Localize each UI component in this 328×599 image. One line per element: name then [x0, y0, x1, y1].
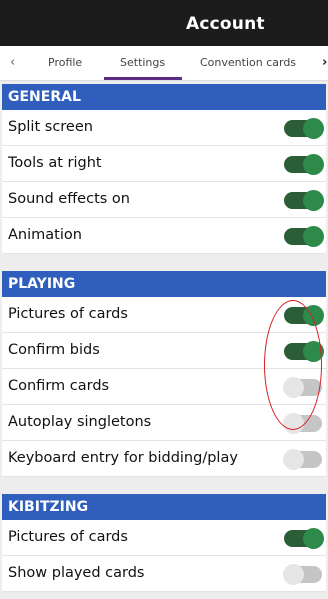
tab-convention-cards[interactable]: Convention cards [200, 56, 296, 69]
toggle-knob [283, 377, 304, 398]
section-header-general: GENERAL [2, 84, 326, 110]
toggle-switch[interactable] [284, 341, 324, 362]
toggle-knob [303, 154, 324, 175]
setting-label: Pictures of cards [8, 306, 128, 322]
toggle-knob [283, 564, 304, 585]
setting-row-keyboard-entry: Keyboard entry for bidding/play [2, 441, 326, 477]
app-header: Account [0, 0, 328, 46]
setting-row-split-screen: Split screen [2, 110, 326, 146]
setting-label: Confirm bids [8, 342, 100, 358]
setting-row-confirm-cards: Confirm cards [2, 369, 326, 405]
toggle-knob [303, 305, 324, 326]
toggle-switch[interactable] [283, 564, 322, 585]
setting-label: Split screen [8, 119, 93, 135]
toggle-knob [303, 341, 324, 362]
page-title: Account [186, 14, 265, 34]
toggle-knob [303, 226, 324, 247]
toggle-switch[interactable] [284, 305, 324, 326]
toggle-switch[interactable] [283, 449, 322, 470]
chevron-right-icon[interactable]: › [322, 55, 327, 70]
toggle-knob [283, 413, 304, 434]
toggle-switch[interactable] [283, 413, 322, 434]
setting-label: Show played cards [8, 565, 145, 581]
tab-settings[interactable]: Settings [120, 56, 165, 69]
setting-label: Pictures of cards [8, 529, 128, 545]
setting-row-kibitz-pictures-of-cards: Pictures of cards [2, 520, 326, 556]
chevron-left-icon[interactable]: ‹ [10, 55, 15, 70]
toggle-switch[interactable] [284, 528, 324, 549]
toggle-switch[interactable] [283, 377, 322, 398]
toggle-knob [303, 118, 324, 139]
toggle-switch[interactable] [284, 226, 324, 247]
setting-row-sound-effects: Sound effects on [2, 182, 326, 218]
section-header-playing: PLAYING [2, 271, 326, 297]
setting-row-confirm-bids: Confirm bids [2, 333, 326, 369]
setting-label: Confirm cards [8, 378, 110, 394]
tab-profile[interactable]: Profile [48, 56, 82, 69]
setting-row-tools-at-right: Tools at right [2, 146, 326, 182]
active-tab-indicator [104, 77, 182, 80]
toggle-switch[interactable] [284, 154, 324, 175]
setting-label: Autoplay singletons [8, 414, 152, 430]
toggle-switch[interactable] [284, 118, 324, 139]
setting-label: Sound effects on [8, 191, 130, 207]
toggle-knob [283, 449, 304, 470]
tab-bar: ‹ Profile Settings Convention cards › [0, 46, 328, 81]
toggle-knob [303, 190, 324, 211]
toggle-knob [303, 528, 324, 549]
setting-row-pictures-of-cards: Pictures of cards [2, 297, 326, 333]
setting-row-animation: Animation [2, 218, 326, 254]
toggle-switch[interactable] [284, 190, 324, 211]
setting-label: Animation [8, 227, 82, 243]
setting-row-autoplay-singletons: Autoplay singletons [2, 405, 326, 441]
section-header-kibitzing: KIBITZING [2, 494, 326, 520]
setting-label: Keyboard entry for bidding/play [8, 450, 238, 466]
setting-label: Tools at right [8, 155, 102, 171]
setting-row-show-played-cards: Show played cards [2, 556, 326, 592]
